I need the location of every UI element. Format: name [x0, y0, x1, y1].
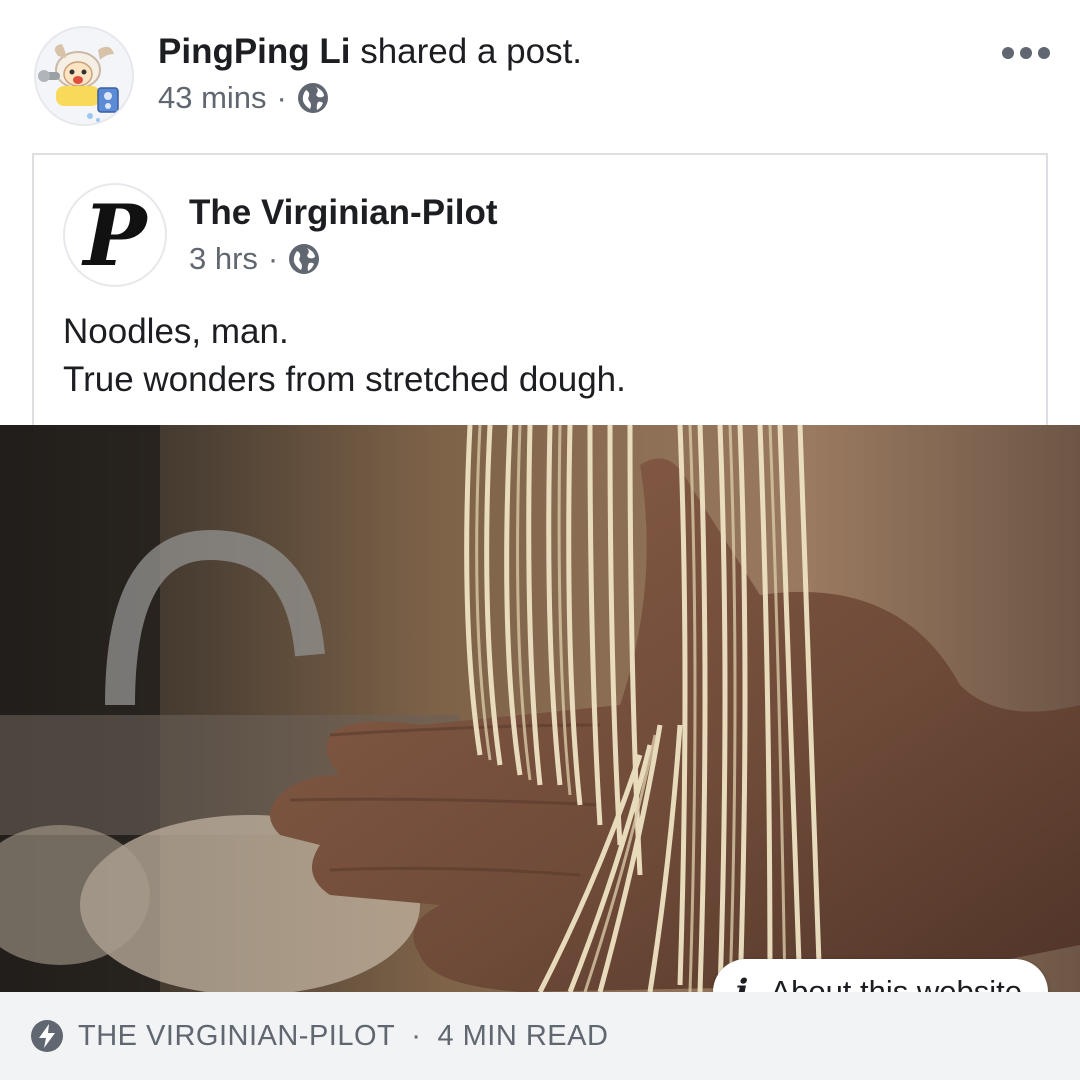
- globe-icon: [297, 83, 328, 113]
- post-text-line: True wonders from stretched dough.: [63, 360, 626, 399]
- page-meta: 3 hrs ·: [189, 239, 320, 279]
- share-action-text: shared a post.: [360, 32, 583, 71]
- more-options-icon[interactable]: [1002, 38, 1050, 68]
- share-header: PingPing Li shared a post.: [158, 30, 582, 74]
- footer-separator: ·: [411, 1019, 422, 1052]
- post-text: Noodles, man. True wonders from stretche…: [63, 308, 626, 404]
- meta-separator: ·: [267, 241, 279, 276]
- noodles-in-hand-image: [0, 425, 1080, 992]
- more-dot: [1020, 47, 1032, 59]
- page-logo-avatar[interactable]: P: [63, 183, 167, 287]
- more-dot: [1038, 47, 1050, 59]
- globe-icon: [289, 244, 320, 274]
- instant-article-bolt-icon: [31, 1020, 63, 1052]
- page-logo-letter: P: [83, 185, 147, 285]
- sharer-timestamp[interactable]: 43 mins: [158, 78, 267, 118]
- sharer-avatar[interactable]: [34, 26, 134, 126]
- post-text-line: Noodles, man.: [63, 312, 289, 351]
- sharer-name[interactable]: PingPing Li: [158, 32, 350, 71]
- link-footer[interactable]: THE VIRGINIAN-PILOT · 4 MIN READ: [0, 992, 1080, 1080]
- sharer-meta: 43 mins ·: [158, 78, 329, 118]
- cartoon-sheep-avatar-image: [36, 28, 132, 124]
- read-time: 4 MIN READ: [437, 1019, 609, 1052]
- meta-separator: ·: [276, 80, 287, 115]
- page-timestamp[interactable]: 3 hrs: [189, 239, 258, 279]
- page-name[interactable]: The Virginian-Pilot: [189, 192, 498, 234]
- link-photo[interactable]: [0, 425, 1080, 992]
- link-source: THE VIRGINIAN-PILOT: [78, 1019, 396, 1052]
- more-dot: [1002, 47, 1014, 59]
